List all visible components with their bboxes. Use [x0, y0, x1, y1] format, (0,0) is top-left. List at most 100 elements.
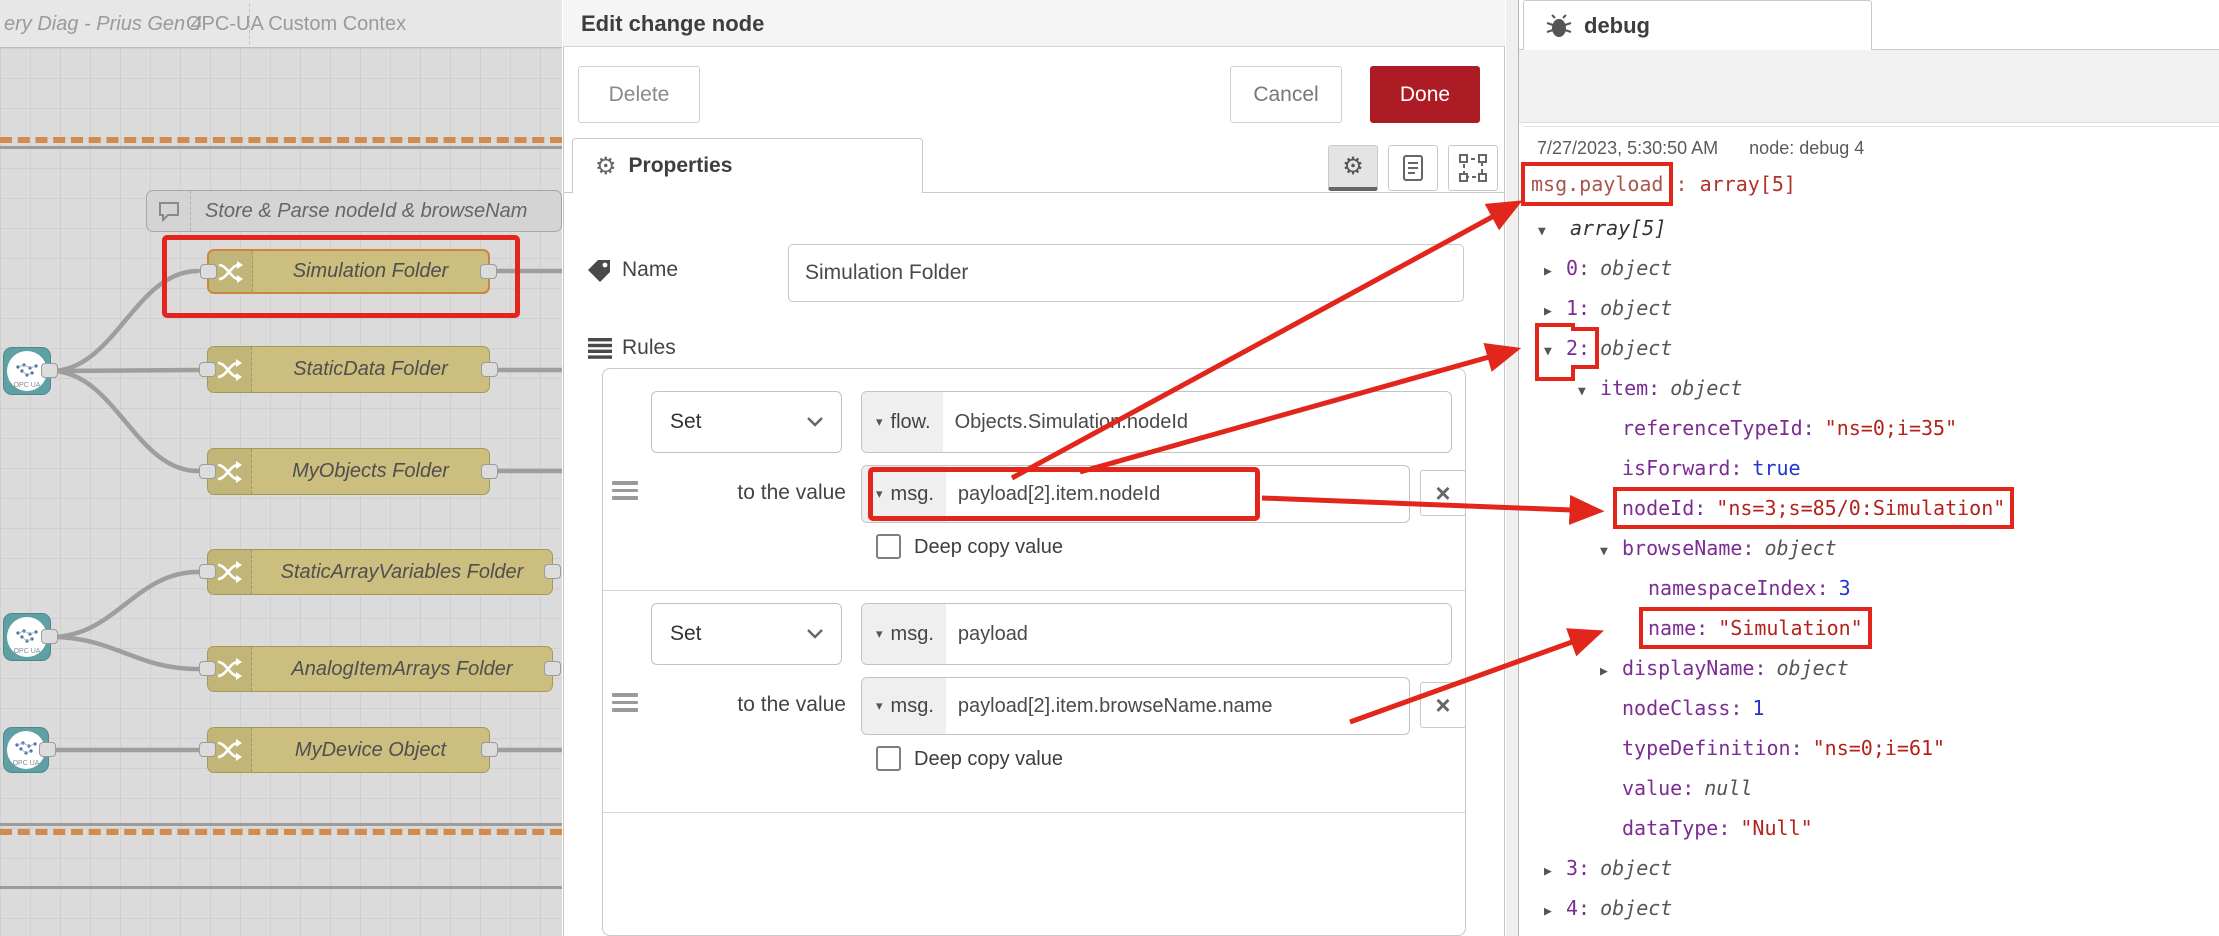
rule1-deep-copy-checkbox[interactable] — [876, 534, 901, 559]
debug-value: "Null" — [1740, 816, 1812, 840]
node-output-port[interactable] — [39, 742, 56, 757]
flow-node-change[interactable]: Simulation Folder — [207, 249, 490, 294]
debug-timestamp: 7/27/2023, 5:30:50 AM — [1537, 138, 1718, 158]
caret-down-icon: ▾ — [876, 486, 883, 502]
node-input-port[interactable] — [199, 464, 216, 479]
node-output-port[interactable] — [481, 362, 498, 377]
node-output-port[interactable] — [544, 661, 561, 676]
node-input-port[interactable] — [199, 661, 216, 676]
debug-key: nodeClass: — [1622, 696, 1742, 720]
node-output-port[interactable] — [41, 363, 58, 378]
tag-icon — [588, 258, 612, 282]
name-input[interactable]: Simulation Folder — [788, 244, 1464, 302]
rule2-drag-handle[interactable] — [612, 693, 638, 712]
tree-toggle-icon[interactable]: ▼ — [1538, 212, 1560, 252]
flow-node-opcua-server[interactable]: OPC UA — [3, 727, 49, 773]
description-view-button[interactable] — [1388, 145, 1438, 191]
debug-message-meta: 7/27/2023, 5:30:50 AM node: debug 4 — [1537, 138, 1864, 159]
workspace-tabbar: ery Diag - Prius Gen 4 OPC-UA Custom Con… — [0, 0, 562, 48]
debug-value: object — [1600, 336, 1672, 360]
node-output-port[interactable] — [544, 564, 561, 579]
flow-node-change[interactable]: MyObjects Folder — [207, 448, 490, 495]
rule1-value-type-button[interactable]: ▾ msg. — [862, 466, 946, 522]
delete-button[interactable]: Delete — [578, 66, 700, 123]
debug-message-divider — [1523, 126, 2219, 127]
cancel-button[interactable]: Cancel — [1230, 66, 1342, 123]
tree-toggle-icon[interactable]: ▶ — [1544, 852, 1566, 892]
debug-tree-row: ▼item:object — [1526, 368, 2216, 408]
debug-tree-row: ▶1:object — [1526, 288, 2216, 328]
rule2-target-value: payload — [946, 604, 1028, 664]
workspace-tab-battery-diag[interactable]: ery Diag - Prius Gen 4 — [4, 0, 202, 48]
rule2-target-type-button[interactable]: ▾ msg. — [862, 604, 946, 664]
caret-down-icon: ▾ — [876, 414, 883, 430]
node-input-port[interactable] — [200, 264, 217, 279]
rule-separator — [603, 590, 1465, 591]
flow-node-label: StaticArrayVariables Folder — [252, 561, 552, 584]
caret-down-icon: ▾ — [876, 698, 883, 714]
tree-toggle-icon[interactable]: ▼ — [1578, 372, 1600, 412]
node-input-port[interactable] — [199, 564, 216, 579]
debug-value: "ns=0;i=61" — [1813, 736, 1945, 760]
properties-view-button[interactable]: ⚙ — [1328, 145, 1378, 191]
rule2-action-select[interactable]: Set — [651, 603, 842, 665]
rule1-drag-handle[interactable] — [612, 481, 638, 500]
rule2-value: payload[2].item.browseName.name — [946, 678, 1273, 734]
debug-tree-row: ▶4:object — [1526, 888, 2216, 928]
flow-node-change[interactable]: AnalogItemArrays Folder — [207, 646, 553, 692]
rule2-delete-button[interactable]: × — [1420, 682, 1466, 728]
flow-node-change[interactable]: StaticArrayVariables Folder — [207, 549, 553, 595]
rule1-target-type-button[interactable]: ▾ flow. — [862, 392, 943, 452]
tab-debug[interactable]: debug — [1523, 0, 1872, 50]
node-output-port[interactable] — [481, 742, 498, 757]
flow-node-label: MyObjects Folder — [252, 460, 489, 483]
flow-node-label: AnalogItemArrays Folder — [252, 658, 552, 681]
tree-toggle-icon[interactable]: ▼ — [1600, 532, 1622, 572]
tree-toggle-icon[interactable]: ▶ — [1600, 652, 1622, 692]
debug-key: browseName: — [1622, 536, 1754, 560]
rule2-to-value-label: to the value — [646, 693, 846, 717]
rule1-delete-button[interactable]: × — [1420, 470, 1466, 516]
flow-node-opcua-server[interactable]: OPC UA — [3, 613, 51, 661]
debug-msg-path: msg.payload — [1531, 172, 1663, 196]
rule2-deep-copy-checkbox[interactable] — [876, 746, 901, 771]
debug-node-name: node: debug 4 — [1749, 138, 1864, 158]
workspace-tab-opcua-context[interactable]: OPC-UA Custom Contex — [186, 0, 406, 48]
flow-node-change[interactable]: StaticData Folder — [207, 346, 490, 393]
debug-value: object — [1600, 856, 1672, 880]
debug-key: value: — [1622, 776, 1694, 800]
debug-tree-row: ▶displayName:object — [1526, 648, 2216, 688]
debug-tree-row: typeDefinition:"ns=0;i=61" — [1526, 728, 2216, 768]
node-output-port[interactable] — [480, 264, 497, 279]
rule1-target-field[interactable]: ▾ flow. Objects.Simulation.nodeId — [861, 391, 1452, 453]
debug-value: array[5] — [1570, 216, 1666, 240]
debug-value: object — [1600, 256, 1672, 280]
node-input-port[interactable] — [199, 742, 216, 757]
flow-node-change[interactable]: MyDevice Object — [207, 727, 490, 773]
tab-properties[interactable]: ⚙ Properties — [572, 138, 923, 193]
debug-value: object — [1764, 536, 1836, 560]
debug-message-header[interactable]: msg.payload : array[5] — [1531, 172, 1796, 196]
rule1-value-field[interactable]: ▾ msg. payload[2].item.nodeId — [861, 465, 1410, 523]
appearance-view-button[interactable] — [1448, 145, 1498, 191]
gear-icon: ⚙ — [1342, 152, 1364, 181]
debug-tree-row: ▶0:object — [1526, 248, 2216, 288]
flow-node-opcua-server[interactable]: OPC UA — [3, 347, 51, 395]
rule2-value-field[interactable]: ▾ msg. payload[2].item.browseName.name — [861, 677, 1410, 735]
tree-toggle-icon[interactable]: ▶ — [1544, 292, 1566, 332]
debug-tree-row: ▼array[5] — [1526, 208, 2216, 248]
tree-toggle-icon[interactable]: ▶ — [1544, 892, 1566, 932]
node-output-port[interactable] — [481, 464, 498, 479]
debug-toolbar — [1519, 50, 2219, 123]
tree-toggle-icon[interactable]: ▶ — [1544, 252, 1566, 292]
comment-node[interactable]: Store & Parse nodeId & browseNam — [146, 190, 562, 232]
debug-value: object — [1600, 296, 1672, 320]
rule2-value-type-button[interactable]: ▾ msg. — [862, 678, 946, 734]
tree-toggle-icon[interactable]: ▼ — [1544, 332, 1566, 372]
rule2-target-field[interactable]: ▾ msg. payload — [861, 603, 1452, 665]
flow-canvas[interactable]: Store & Parse nodeId & browseNam Simulat… — [0, 0, 562, 936]
node-input-port[interactable] — [199, 362, 216, 377]
rule1-action-select[interactable]: Set — [651, 391, 842, 453]
done-button[interactable]: Done — [1370, 66, 1480, 123]
node-output-port[interactable] — [41, 629, 58, 644]
